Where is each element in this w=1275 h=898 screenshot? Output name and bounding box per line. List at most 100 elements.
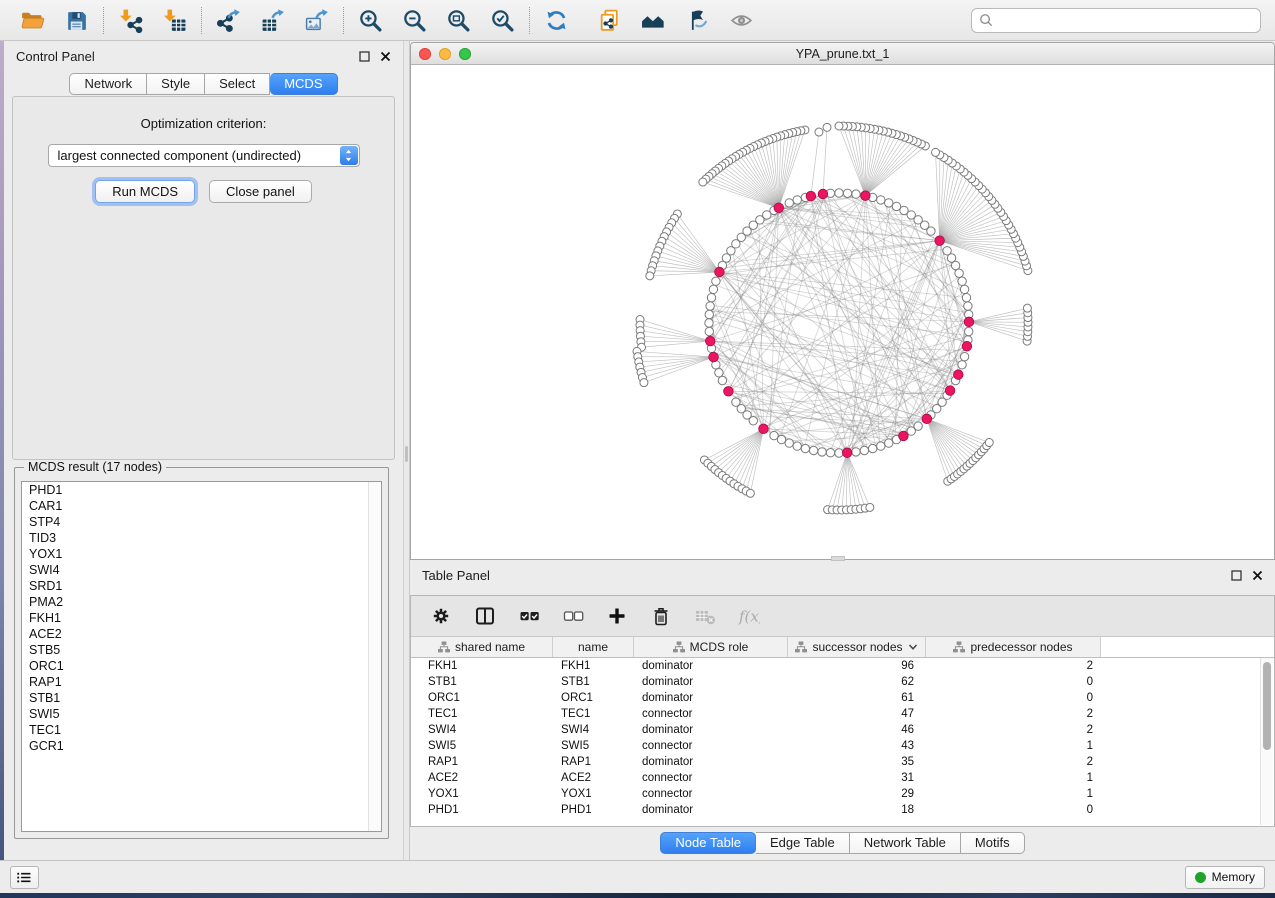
mcds-hub-node[interactable] — [922, 414, 932, 424]
network-node[interactable] — [885, 439, 893, 447]
network-node[interactable] — [843, 189, 851, 197]
run-mcds-button[interactable]: Run MCDS — [95, 180, 195, 203]
network-node[interactable] — [958, 277, 966, 285]
network-node[interactable] — [943, 247, 951, 255]
network-node[interactable] — [835, 449, 843, 457]
network-node[interactable] — [818, 448, 826, 456]
search-input[interactable] — [998, 13, 1253, 28]
export-image-button[interactable] — [303, 7, 330, 34]
mcds-hub-node[interactable] — [964, 317, 974, 327]
first-neighbors-button[interactable] — [640, 7, 667, 34]
network-node[interactable] — [852, 448, 860, 456]
close-panel-icon[interactable] — [380, 51, 391, 62]
network-node[interactable] — [885, 199, 893, 207]
network-node[interactable] — [777, 435, 785, 443]
network-node[interactable] — [1023, 304, 1031, 312]
export-table-button[interactable] — [259, 7, 286, 34]
network-node[interactable] — [718, 376, 726, 384]
network-node[interactable] — [868, 444, 876, 452]
save-session-button[interactable] — [63, 7, 90, 34]
column-header-predecessor-nodes[interactable]: predecessor nodes — [926, 637, 1101, 657]
network-node[interactable] — [705, 310, 713, 318]
network-node[interactable] — [852, 190, 860, 198]
mcds-node-item[interactable]: PMA2 — [22, 594, 381, 610]
import-network-button[interactable] — [117, 7, 144, 34]
mcds-hub-node[interactable] — [705, 336, 715, 346]
mcds-list-scrollbar[interactable] — [368, 482, 381, 831]
network-node[interactable] — [955, 269, 963, 277]
network-node[interactable] — [835, 189, 843, 197]
table-row[interactable]: PHD1PHD1dominator180 — [411, 802, 1260, 818]
table-row[interactable]: RAP1RAP1dominator352 — [411, 754, 1260, 770]
network-node[interactable] — [793, 196, 801, 204]
network-node[interactable] — [860, 446, 868, 454]
column-header-name[interactable]: name — [553, 637, 634, 657]
network-node[interactable] — [640, 379, 648, 387]
float-panel-icon[interactable] — [359, 51, 370, 62]
deselect-all-button[interactable] — [559, 603, 586, 630]
network-node[interactable] — [877, 196, 885, 204]
mcds-node-item[interactable]: ACE2 — [22, 626, 381, 642]
network-node[interactable] — [712, 277, 720, 285]
mcds-node-item[interactable]: STB1 — [22, 690, 381, 706]
network-node[interactable] — [958, 361, 966, 369]
table-scrollbar[interactable] — [1260, 658, 1273, 825]
zoom-out-button[interactable] — [401, 7, 428, 34]
network-node[interactable] — [749, 417, 757, 425]
mcds-node-item[interactable]: SRD1 — [22, 578, 381, 594]
refresh-button[interactable] — [543, 7, 570, 34]
delete-button[interactable] — [647, 603, 674, 630]
tab-select[interactable]: Select — [205, 73, 270, 95]
mcds-node-item[interactable]: GCR1 — [22, 738, 381, 754]
mcds-hub-node[interactable] — [935, 236, 945, 246]
mcds-node-item[interactable]: STB5 — [22, 642, 381, 658]
network-node[interactable] — [835, 122, 843, 130]
table-row[interactable]: STB1STB1dominator620 — [411, 674, 1260, 690]
mcds-hub-node[interactable] — [806, 191, 816, 201]
open-file-button[interactable] — [19, 7, 46, 34]
network-node[interactable] — [793, 442, 801, 450]
horizontal-splitter[interactable] — [831, 556, 845, 561]
split-view-button[interactable] — [471, 603, 498, 630]
column-header-MCDS-role[interactable]: MCDS role — [634, 637, 788, 657]
scrollbar-thumb[interactable] — [1263, 662, 1271, 750]
network-node[interactable] — [960, 285, 968, 293]
mcds-node-item[interactable]: CAR1 — [22, 498, 381, 514]
mcds-node-item[interactable]: RAP1 — [22, 674, 381, 690]
zoom-in-button[interactable] — [357, 7, 384, 34]
network-node[interactable] — [646, 272, 654, 280]
mcds-hub-node[interactable] — [715, 267, 725, 277]
network-node[interactable] — [866, 503, 874, 511]
network-node[interactable] — [914, 422, 922, 430]
network-node[interactable] — [709, 285, 717, 293]
mcds-node-item[interactable]: SWI4 — [22, 562, 381, 578]
network-node[interactable] — [964, 302, 972, 310]
network-node[interactable] — [706, 302, 714, 310]
network-node[interactable] — [705, 327, 713, 335]
network-node[interactable] — [932, 148, 940, 156]
mcds-hub-node[interactable] — [709, 352, 719, 362]
table-tab-edge-table[interactable]: Edge Table — [756, 832, 850, 854]
mcds-node-item[interactable]: STP4 — [22, 514, 381, 530]
table-tab-motifs[interactable]: Motifs — [961, 832, 1025, 854]
network-node[interactable] — [707, 293, 715, 301]
network-node[interactable] — [715, 369, 723, 377]
network-node[interactable] — [892, 202, 900, 210]
float-table-panel-icon[interactable] — [1231, 570, 1242, 581]
table-row[interactable]: SWI4SWI4dominator462 — [411, 722, 1260, 738]
criterion-dropdown[interactable]: largest connected component (undirected) — [48, 144, 360, 167]
network-node[interactable] — [965, 327, 973, 335]
mcds-hub-node[interactable] — [774, 203, 784, 213]
network-node[interactable] — [985, 439, 993, 447]
network-node[interactable] — [962, 293, 970, 301]
column-header-shared-name[interactable]: shared name — [411, 637, 553, 657]
select-all-button[interactable] — [515, 603, 542, 630]
zoom-fit-button[interactable] — [445, 7, 472, 34]
tab-mcds[interactable]: MCDS — [270, 73, 337, 95]
network-node[interactable] — [699, 178, 707, 186]
mcds-hub-node[interactable] — [954, 370, 964, 380]
clone-network-button[interactable] — [596, 7, 623, 34]
graphics-details-button[interactable] — [684, 7, 711, 34]
mcds-node-item[interactable]: TID3 — [22, 530, 381, 546]
mcds-hub-node[interactable] — [818, 189, 828, 199]
